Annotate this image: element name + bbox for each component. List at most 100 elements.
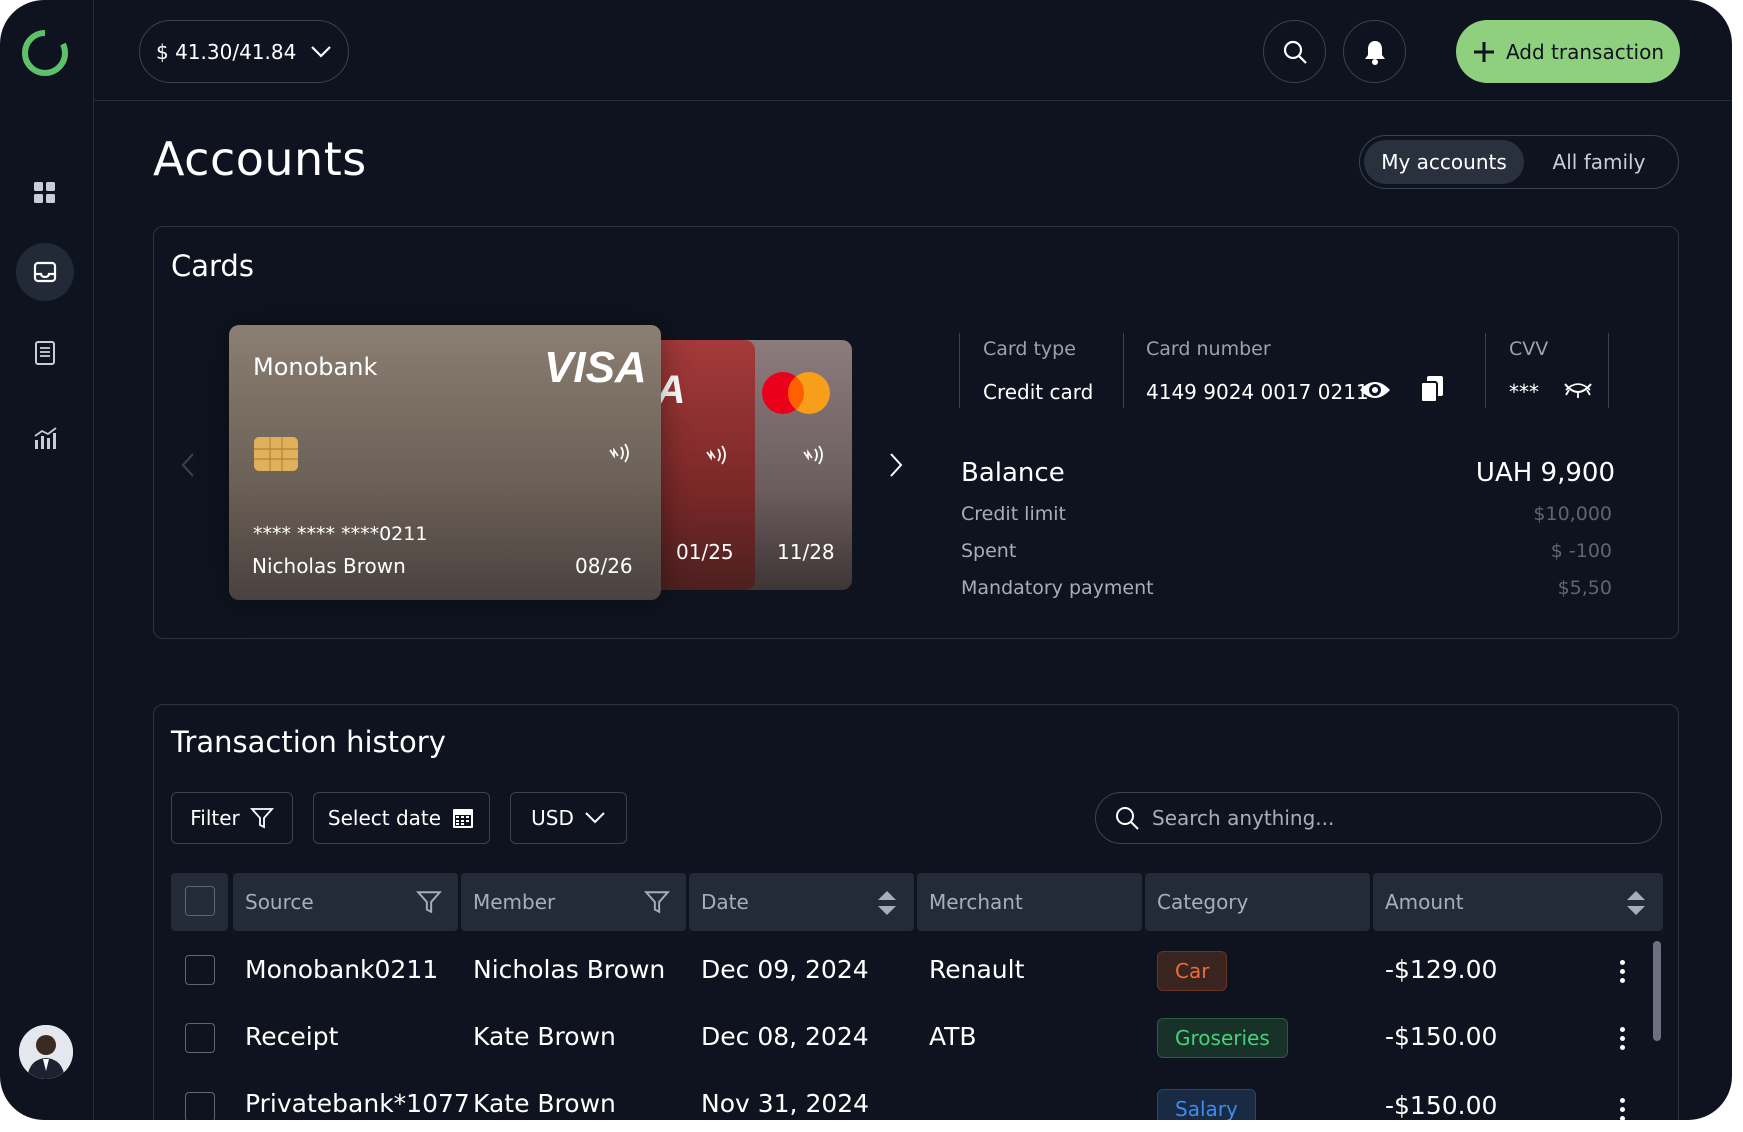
column-label: Merchant bbox=[929, 890, 1023, 914]
cell-date: Dec 09, 2024 bbox=[701, 955, 869, 984]
divider bbox=[1608, 333, 1609, 408]
sort-icon[interactable] bbox=[1625, 889, 1647, 917]
transaction-search[interactable] bbox=[1095, 792, 1662, 844]
card-expiry: 11/28 bbox=[777, 540, 835, 564]
row-checkbox[interactable] bbox=[185, 955, 215, 985]
nav-analytics[interactable] bbox=[16, 410, 74, 468]
chevron-down-icon bbox=[311, 45, 332, 58]
wallet-icon bbox=[33, 261, 57, 283]
category-tag-groceries[interactable]: Groseries bbox=[1157, 1018, 1288, 1058]
nav-accounts[interactable] bbox=[16, 243, 74, 301]
balance-selector[interactable]: $ 41.30/41.84 bbox=[139, 20, 349, 83]
currency-select[interactable]: USD bbox=[510, 792, 627, 844]
logo-ring-icon[interactable] bbox=[19, 27, 71, 79]
user-avatar-icon bbox=[19, 1025, 73, 1079]
contactless-icon bbox=[803, 445, 823, 465]
cell-date: Dec 08, 2024 bbox=[701, 1022, 869, 1051]
row-checkbox[interactable] bbox=[185, 1023, 215, 1053]
divider bbox=[1485, 333, 1486, 408]
cell-source: Receipt bbox=[245, 1022, 339, 1051]
column-label: Date bbox=[701, 890, 749, 914]
chip-icon bbox=[254, 437, 298, 471]
mandatory-payment-value: $5,50 bbox=[1557, 577, 1612, 599]
cell-amount: -$150.00 bbox=[1385, 1091, 1498, 1120]
avatar[interactable] bbox=[19, 1025, 73, 1079]
row-menu-kebab-icon[interactable] bbox=[1610, 1023, 1634, 1053]
nav-receipts[interactable] bbox=[16, 324, 74, 382]
add-transaction-button[interactable]: Add transaction bbox=[1456, 20, 1680, 83]
filter-icon bbox=[249, 808, 274, 829]
analytics-icon bbox=[34, 427, 57, 449]
copy-icon[interactable] bbox=[1420, 375, 1444, 403]
category-tag-car[interactable]: Car bbox=[1157, 951, 1228, 991]
tab-all-family[interactable]: All family bbox=[1524, 140, 1674, 184]
row-menu-kebab-icon[interactable] bbox=[1610, 956, 1634, 986]
select-all-header bbox=[171, 873, 228, 931]
select-date-button[interactable]: Select date bbox=[313, 792, 490, 844]
credit-limit-value: $10,000 bbox=[1533, 503, 1612, 525]
cell-merchant: ATB bbox=[929, 1022, 977, 1051]
carousel-prev-icon[interactable] bbox=[181, 452, 195, 478]
nav-dashboard[interactable] bbox=[16, 164, 74, 222]
add-transaction-label: Add transaction bbox=[1505, 39, 1665, 64]
account-scope-toggle: My accounts All family bbox=[1359, 135, 1679, 189]
cell-source: Monobank0211 bbox=[245, 955, 439, 984]
transactions-title: Transaction history bbox=[171, 725, 446, 759]
card-type-value: Credit card bbox=[983, 380, 1094, 404]
top-bar: $ 41.30/41.84 Add transaction bbox=[94, 0, 1732, 101]
eye-closed-icon[interactable] bbox=[1563, 380, 1593, 400]
card-expiry: 01/25 bbox=[676, 540, 734, 564]
tab-my-accounts[interactable]: My accounts bbox=[1364, 140, 1524, 184]
card-type-label: Card type bbox=[983, 338, 1076, 360]
eye-icon[interactable] bbox=[1359, 378, 1391, 402]
cell-amount: -$129.00 bbox=[1385, 955, 1498, 984]
select-date-label: Select date bbox=[327, 806, 442, 830]
notifications-button[interactable] bbox=[1343, 20, 1406, 83]
search-icon bbox=[1283, 40, 1307, 64]
cell-member: Nicholas Brown bbox=[473, 955, 666, 984]
search-button[interactable] bbox=[1263, 20, 1326, 83]
carousel-next-icon[interactable] bbox=[889, 452, 903, 478]
card-number-masked: **** **** ****0211 bbox=[253, 523, 428, 545]
table-scrollbar[interactable] bbox=[1653, 941, 1661, 1041]
category-tag-salary[interactable]: Salary bbox=[1157, 1089, 1256, 1120]
receipt-icon bbox=[35, 341, 55, 365]
column-label: Source bbox=[245, 890, 314, 914]
column-header-category[interactable]: Category bbox=[1145, 873, 1370, 931]
plus-icon bbox=[1473, 41, 1494, 62]
dashboard-icon bbox=[34, 182, 55, 203]
cell-member: Kate Brown bbox=[473, 1089, 616, 1118]
column-header-source[interactable]: Source bbox=[233, 873, 458, 931]
cell-amount: -$150.00 bbox=[1385, 1022, 1498, 1051]
currency-label: USD bbox=[531, 806, 574, 830]
spent-label: Spent bbox=[961, 540, 1017, 562]
chevron-down-icon bbox=[585, 812, 605, 824]
cvv-label: CVV bbox=[1509, 338, 1549, 360]
column-header-date[interactable]: Date bbox=[689, 873, 914, 931]
mastercard-logo-icon bbox=[762, 372, 830, 414]
filter-button[interactable]: Filter bbox=[171, 792, 293, 844]
column-header-member[interactable]: Member bbox=[461, 873, 686, 931]
cell-source: Privatebank*1077 bbox=[245, 1089, 470, 1118]
balance-value: UAH 9,900 bbox=[1475, 458, 1615, 488]
divider bbox=[1123, 333, 1124, 408]
divider bbox=[959, 333, 960, 408]
contactless-icon bbox=[706, 445, 726, 465]
column-header-amount[interactable]: Amount bbox=[1373, 873, 1663, 931]
select-all-checkbox[interactable] bbox=[185, 886, 215, 916]
column-header-merchant[interactable]: Merchant bbox=[917, 873, 1142, 931]
filter-icon[interactable] bbox=[644, 889, 670, 915]
page-title: Accounts bbox=[153, 132, 367, 186]
mandatory-payment-label: Mandatory payment bbox=[961, 577, 1154, 599]
row-checkbox[interactable] bbox=[185, 1092, 215, 1120]
filter-icon[interactable] bbox=[416, 889, 442, 915]
row-menu-kebab-icon[interactable] bbox=[1610, 1094, 1634, 1120]
sort-icon[interactable] bbox=[876, 889, 898, 917]
card-monobank[interactable]: Monobank VISA **** **** ****0211 Nichola… bbox=[229, 325, 661, 600]
bell-icon bbox=[1364, 40, 1385, 65]
card-bank-name: Monobank bbox=[253, 353, 378, 381]
spent-value: $ -100 bbox=[1550, 540, 1612, 562]
column-label: Member bbox=[473, 890, 556, 914]
search-input[interactable] bbox=[1152, 806, 1632, 830]
card-expiry: 08/26 bbox=[575, 554, 633, 578]
